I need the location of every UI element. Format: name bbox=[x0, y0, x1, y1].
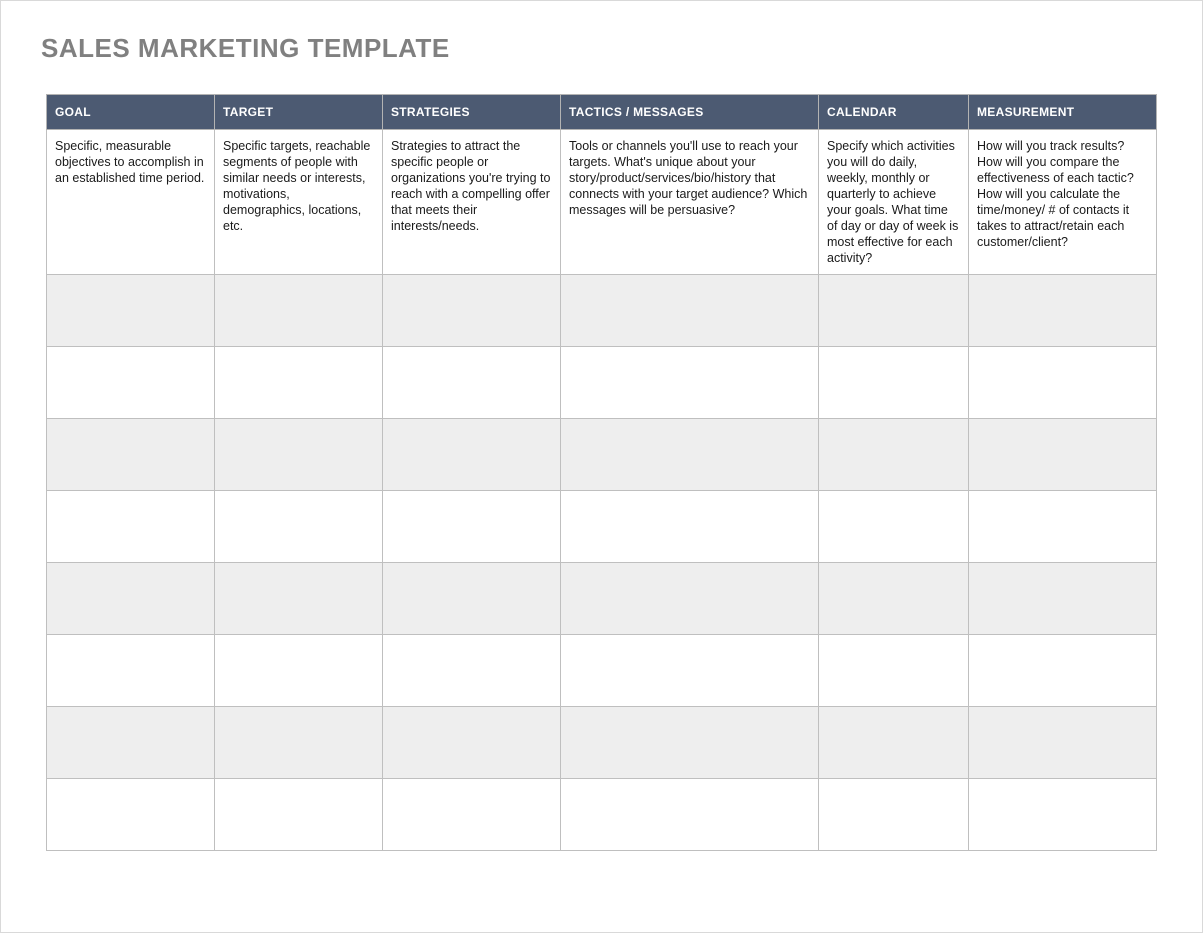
blank-cell[interactable] bbox=[47, 275, 215, 347]
desc-strategies: Strategies to attract the specific peopl… bbox=[383, 130, 561, 275]
blank-cell[interactable] bbox=[215, 347, 383, 419]
blank-cell[interactable] bbox=[969, 635, 1157, 707]
col-header-target: TARGET bbox=[215, 95, 383, 130]
blank-cell[interactable] bbox=[819, 563, 969, 635]
description-row: Specific, measurable objectives to accom… bbox=[47, 130, 1157, 275]
table-row bbox=[47, 419, 1157, 491]
blank-cell[interactable] bbox=[819, 491, 969, 563]
blank-cell[interactable] bbox=[561, 491, 819, 563]
blank-cell[interactable] bbox=[47, 491, 215, 563]
table-row bbox=[47, 491, 1157, 563]
table-body: Specific, measurable objectives to accom… bbox=[47, 130, 1157, 851]
blank-cell[interactable] bbox=[383, 563, 561, 635]
blank-cell[interactable] bbox=[969, 563, 1157, 635]
desc-tactics: Tools or channels you'll use to reach yo… bbox=[561, 130, 819, 275]
blank-cell[interactable] bbox=[969, 347, 1157, 419]
blank-cell[interactable] bbox=[819, 635, 969, 707]
blank-cell[interactable] bbox=[561, 563, 819, 635]
blank-cell[interactable] bbox=[819, 275, 969, 347]
blank-cell[interactable] bbox=[47, 707, 215, 779]
col-header-tactics: TACTICS / MESSAGES bbox=[561, 95, 819, 130]
sales-marketing-table: GOAL TARGET STRATEGIES TACTICS / MESSAGE… bbox=[46, 94, 1157, 851]
blank-cell[interactable] bbox=[47, 419, 215, 491]
desc-goal: Specific, measurable objectives to accom… bbox=[47, 130, 215, 275]
blank-cell[interactable] bbox=[383, 779, 561, 851]
blank-cell[interactable] bbox=[215, 275, 383, 347]
blank-cell[interactable] bbox=[561, 707, 819, 779]
blank-cell[interactable] bbox=[969, 779, 1157, 851]
col-header-strategies: STRATEGIES bbox=[383, 95, 561, 130]
blank-cell[interactable] bbox=[383, 635, 561, 707]
blank-cell[interactable] bbox=[383, 419, 561, 491]
blank-cell[interactable] bbox=[215, 635, 383, 707]
document-frame: SALES MARKETING TEMPLATE GOAL TARGET STR… bbox=[0, 0, 1203, 933]
table-row bbox=[47, 635, 1157, 707]
table-row bbox=[47, 707, 1157, 779]
blank-cell[interactable] bbox=[47, 563, 215, 635]
col-header-measurement: MEASUREMENT bbox=[969, 95, 1157, 130]
blank-cell[interactable] bbox=[383, 275, 561, 347]
blank-cell[interactable] bbox=[819, 779, 969, 851]
col-header-goal: GOAL bbox=[47, 95, 215, 130]
blank-cell[interactable] bbox=[561, 635, 819, 707]
document-page: SALES MARKETING TEMPLATE GOAL TARGET STR… bbox=[11, 11, 1192, 932]
blank-cell[interactable] bbox=[215, 707, 383, 779]
table-header-row: GOAL TARGET STRATEGIES TACTICS / MESSAGE… bbox=[47, 95, 1157, 130]
table-row bbox=[47, 563, 1157, 635]
table-row bbox=[47, 347, 1157, 419]
blank-cell[interactable] bbox=[819, 347, 969, 419]
desc-measurement: How will you track results? How will you… bbox=[969, 130, 1157, 275]
blank-cell[interactable] bbox=[561, 275, 819, 347]
blank-cell[interactable] bbox=[47, 635, 215, 707]
blank-cell[interactable] bbox=[215, 419, 383, 491]
blank-cell[interactable] bbox=[383, 707, 561, 779]
blank-cell[interactable] bbox=[969, 707, 1157, 779]
blank-cell[interactable] bbox=[561, 347, 819, 419]
blank-cell[interactable] bbox=[561, 779, 819, 851]
blank-cell[interactable] bbox=[47, 347, 215, 419]
blank-cell[interactable] bbox=[819, 419, 969, 491]
page-title: SALES MARKETING TEMPLATE bbox=[41, 33, 1164, 64]
table-row bbox=[47, 275, 1157, 347]
blank-cell[interactable] bbox=[215, 491, 383, 563]
blank-cell[interactable] bbox=[969, 419, 1157, 491]
blank-cell[interactable] bbox=[47, 779, 215, 851]
desc-target: Specific targets, reachable segments of … bbox=[215, 130, 383, 275]
col-header-calendar: CALENDAR bbox=[819, 95, 969, 130]
blank-cell[interactable] bbox=[561, 419, 819, 491]
blank-cell[interactable] bbox=[383, 491, 561, 563]
blank-cell[interactable] bbox=[215, 563, 383, 635]
blank-cell[interactable] bbox=[215, 779, 383, 851]
table-row bbox=[47, 779, 1157, 851]
blank-cell[interactable] bbox=[969, 491, 1157, 563]
blank-cell[interactable] bbox=[969, 275, 1157, 347]
blank-cell[interactable] bbox=[383, 347, 561, 419]
desc-calendar: Specify which activities you will do dai… bbox=[819, 130, 969, 275]
blank-cell[interactable] bbox=[819, 707, 969, 779]
